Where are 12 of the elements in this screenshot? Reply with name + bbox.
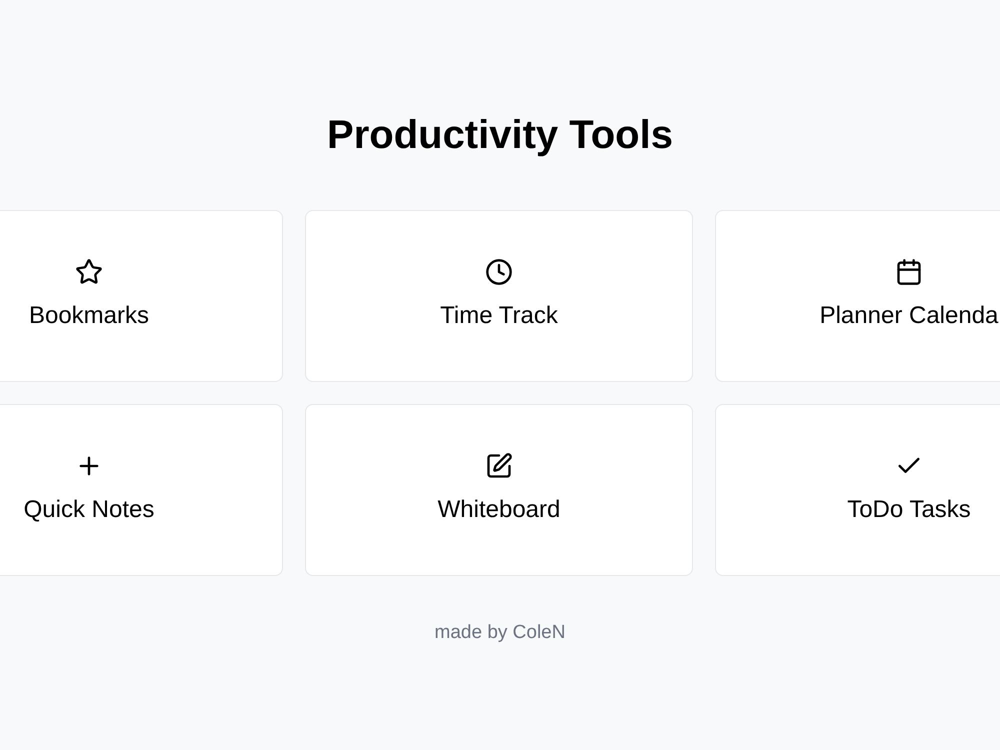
tool-card[interactable]: Whiteboard [305, 404, 693, 576]
tool-card[interactable]: Planner Calenda [715, 210, 1000, 382]
tool-card[interactable]: Quick Notes [0, 404, 283, 576]
calendar-icon [895, 258, 923, 286]
tool-card[interactable]: Bookmarks [0, 210, 283, 382]
tool-card[interactable]: Time Track [305, 210, 693, 382]
pencil-square-icon [485, 452, 513, 480]
tool-card[interactable]: ToDo Tasks [715, 404, 1000, 576]
footer-credit: made by ColeN [434, 622, 566, 644]
star-icon [75, 258, 103, 286]
clock-icon [485, 258, 513, 286]
page-title: Productivity Tools [327, 112, 673, 159]
